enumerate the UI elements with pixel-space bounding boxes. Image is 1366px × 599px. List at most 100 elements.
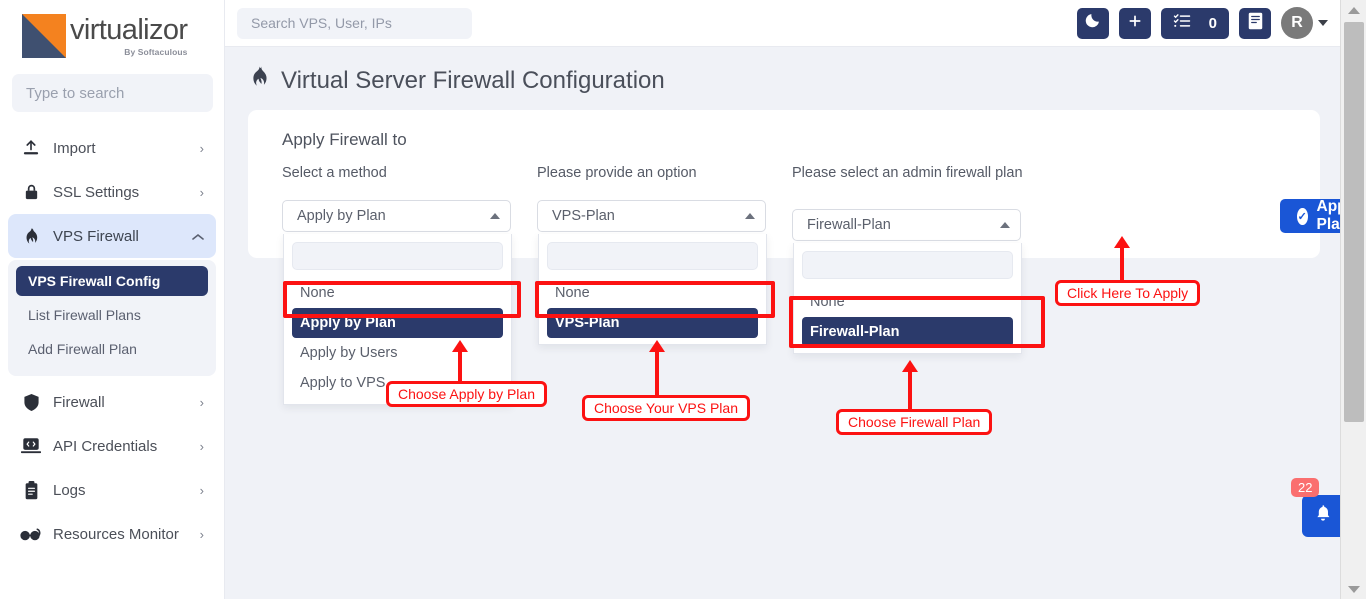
sidebar-subitem-label: VPS Firewall Config	[28, 273, 161, 289]
chevron-right-icon: ›	[199, 482, 204, 498]
chevron-down-icon	[1318, 20, 1328, 26]
sidebar-item-list-firewall-plans[interactable]: List Firewall Plans	[16, 300, 208, 330]
docs-button[interactable]	[1239, 7, 1271, 39]
app-root: virtualizor By Softaculous Import ›	[0, 0, 1366, 599]
scrollbar-thumb[interactable]	[1344, 22, 1364, 422]
topbar: 0 R	[225, 0, 1340, 47]
flame-icon	[20, 225, 42, 247]
option-select[interactable]: VPS-Plan None VPS-Plan	[537, 200, 767, 345]
dropdown-option[interactable]: None	[284, 278, 511, 308]
sidebar-item-api-credentials[interactable]: API Credentials ›	[8, 424, 216, 468]
laptop-code-icon	[20, 435, 42, 457]
sidebar-item-ssl-settings[interactable]: SSL Settings ›	[8, 170, 216, 214]
firewall-plan-dropdown: None Firewall-Plan	[793, 243, 1022, 354]
method-select[interactable]: Apply by Plan None Apply by Plan Apply b…	[282, 200, 512, 405]
sidebar-subitem-label: List Firewall Plans	[28, 307, 141, 323]
dropdown-option[interactable]: Apply by Users	[284, 338, 511, 368]
method-select-value: Apply by Plan	[297, 208, 386, 224]
field-label: Please provide an option	[537, 165, 697, 181]
dropdown-option-label: Apply to VPS	[300, 375, 386, 391]
glasses-icon	[20, 523, 42, 545]
dropdown-option-selected[interactable]: Firewall-Plan	[794, 317, 1021, 347]
lock-icon	[20, 181, 42, 203]
chevron-up-icon	[745, 213, 755, 219]
apply-firewall-card: Apply Firewall to Select a method Apply …	[248, 110, 1366, 405]
search-input[interactable]	[237, 7, 472, 39]
dropdown-option-selected[interactable]: Apply by Plan	[284, 308, 511, 338]
dropdown-option-label: Apply by Plan	[292, 308, 503, 338]
chevron-right-icon: ›	[199, 184, 204, 200]
firewall-plan-dropdown-search-input[interactable]	[802, 251, 1013, 279]
method-dropdown: None Apply by Plan Apply by Users Apply …	[283, 234, 512, 405]
method-dropdown-search-input[interactable]	[292, 242, 503, 270]
main-content: Virtual Server Firewall Configuration Ap…	[225, 47, 1366, 599]
brand-tagline: By Softaculous	[124, 46, 188, 57]
sidebar-item-label: Firewall	[53, 393, 105, 411]
sidebar-item-vps-firewall-config[interactable]: VPS Firewall Config	[16, 266, 208, 296]
dropdown-option-label: None	[300, 285, 335, 301]
chevron-up-icon	[1000, 222, 1010, 228]
virtualizor-logo-icon	[22, 14, 66, 58]
dropdown-option-selected[interactable]: VPS-Plan	[539, 308, 766, 338]
sidebar-item-firewall[interactable]: Firewall ›	[8, 380, 216, 424]
page-title: Virtual Server Firewall Configuration	[225, 47, 1340, 96]
sidebar-search-input[interactable]	[12, 74, 213, 112]
notifications-count-badge: 22	[1291, 478, 1320, 497]
sidebar-item-label: API Credentials	[53, 437, 158, 455]
avatar: R	[1281, 7, 1313, 39]
task-list-icon	[1173, 13, 1191, 34]
sidebar-item-label: Import	[53, 139, 96, 157]
form-fields: Select a method Apply by Plan None Apply…	[248, 150, 1320, 405]
option-dropdown-search-input[interactable]	[547, 242, 758, 270]
field-label: Please select an admin firewall plan	[792, 165, 1023, 181]
dropdown-option[interactable]: Apply to VPS	[284, 368, 511, 398]
sidebar-item-logs[interactable]: Logs ›	[8, 468, 216, 512]
chevron-right-icon: ›	[199, 140, 204, 156]
clipboard-icon	[20, 479, 42, 501]
chevron-up-icon	[192, 230, 204, 243]
sidebar-item-import[interactable]: Import ›	[8, 126, 216, 170]
notifications-button[interactable]: 22	[1291, 478, 1344, 537]
scroll-up-arrow-icon[interactable]	[1341, 0, 1366, 20]
sidebar-subitem-label: Add Firewall Plan	[28, 341, 137, 357]
dropdown-option[interactable]: None	[794, 287, 1021, 317]
firewall-plan-select[interactable]: Firewall-Plan None Firewall-Plan	[792, 209, 1022, 354]
sidebar: virtualizor By Softaculous Import ›	[0, 0, 225, 599]
book-icon	[1247, 12, 1264, 35]
brand-name: virtualizor	[70, 13, 188, 46]
sidebar-item-label: Resources Monitor	[53, 525, 179, 543]
check-circle-icon: ✓	[1297, 207, 1308, 225]
scroll-down-arrow-icon[interactable]	[1341, 579, 1366, 599]
sidebar-submenu-vps-firewall: VPS Firewall Config List Firewall Plans …	[8, 260, 216, 376]
chevron-right-icon: ›	[199, 526, 204, 542]
dropdown-option-label: Firewall-Plan	[802, 317, 1013, 347]
add-button[interactable]	[1118, 7, 1151, 39]
option-select-value: VPS-Plan	[552, 208, 615, 224]
upload-icon	[20, 137, 42, 159]
field-label: Select a method	[282, 165, 387, 181]
field-provide-option: Please provide an option VPS-Plan None V…	[537, 164, 792, 345]
flame-icon	[249, 65, 270, 96]
option-dropdown: None VPS-Plan	[538, 234, 767, 345]
plus-icon	[1127, 13, 1143, 34]
dropdown-option-label: VPS-Plan	[547, 308, 758, 338]
brand-logo[interactable]: virtualizor By Softaculous	[0, 0, 224, 64]
bell-icon	[1314, 504, 1332, 528]
dropdown-option-label: Apply by Users	[300, 345, 398, 361]
field-admin-firewall-plan: Please select an admin firewall plan Fir…	[792, 164, 1047, 354]
page-scrollbar[interactable]	[1340, 0, 1366, 599]
sidebar-nav: Import › SSL Settings › VPS Firewall VPS…	[0, 126, 224, 556]
tasks-button[interactable]: 0	[1160, 7, 1229, 39]
topbar-actions: 0 R	[1076, 7, 1340, 39]
dropdown-option[interactable]: None	[539, 278, 766, 308]
sidebar-item-resources-monitor[interactable]: Resources Monitor ›	[8, 512, 216, 556]
sidebar-item-add-firewall-plan[interactable]: Add Firewall Plan	[16, 334, 208, 364]
user-menu[interactable]: R	[1281, 7, 1328, 39]
page-title-text: Virtual Server Firewall Configuration	[281, 66, 665, 94]
dark-mode-toggle-button[interactable]	[1076, 7, 1109, 39]
firewall-plan-select-value: Firewall-Plan	[807, 217, 891, 233]
sidebar-item-vps-firewall[interactable]: VPS Firewall	[8, 214, 216, 258]
dropdown-option-label: None	[555, 285, 590, 301]
chevron-up-icon	[490, 213, 500, 219]
sidebar-item-label: VPS Firewall	[53, 227, 139, 245]
